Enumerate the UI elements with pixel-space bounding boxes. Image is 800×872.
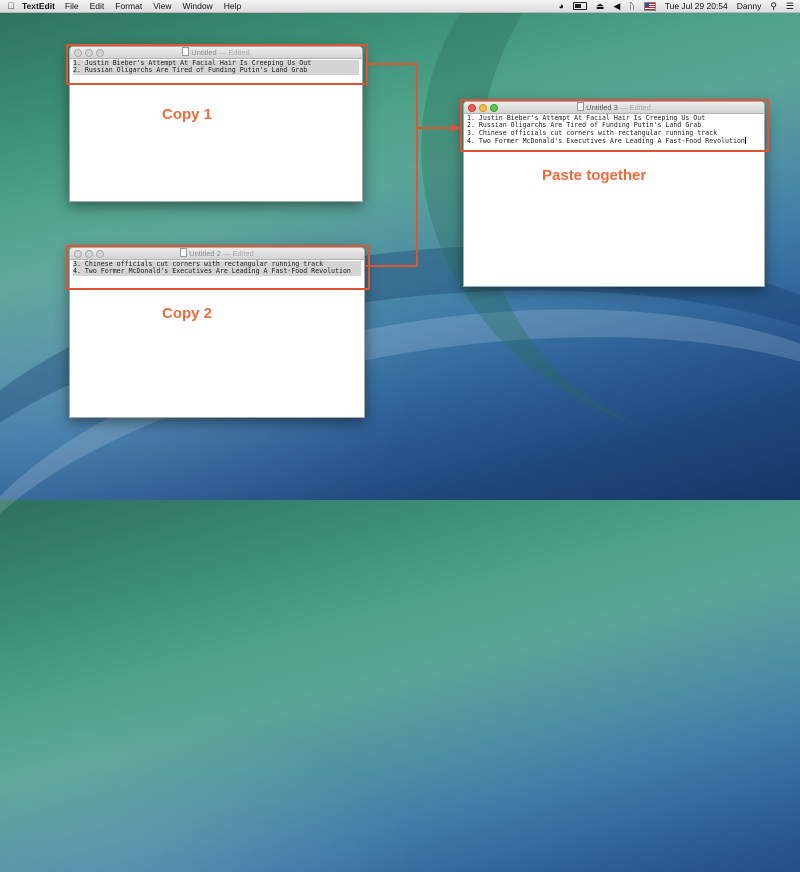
arrow-head-icon [452, 124, 460, 132]
app-menu-textedit[interactable]: TextEdit [22, 1, 55, 11]
menu-edit[interactable]: Edit [90, 1, 105, 11]
notification-center-icon[interactable]: ☰ [786, 0, 794, 12]
wifi-icon[interactable]: ◕ [558, 0, 563, 12]
input-source-flag-icon[interactable] [643, 1, 656, 11]
bluetooth-icon[interactable]: ᚢ [629, 0, 634, 12]
menu-help[interactable]: Help [224, 1, 241, 11]
spotlight-search-icon[interactable]: ⚲ [770, 0, 777, 12]
annotation-box-copy2 [66, 245, 370, 290]
user-menu[interactable]: Danny [737, 1, 762, 11]
annotation-box-copy1 [66, 44, 368, 85]
connector-line [416, 127, 452, 129]
menu-window[interactable]: Window [182, 1, 212, 11]
connector-line [416, 63, 418, 267]
volume-icon[interactable]: ◀ [613, 0, 620, 12]
clock[interactable]: Tue Jul 29 20:54 [665, 1, 728, 11]
connector-line [366, 63, 418, 65]
connector-line [366, 265, 418, 267]
eject-icon[interactable]: ⏏ [596, 0, 605, 12]
menu-view[interactable]: View [153, 1, 171, 11]
apple-menu-icon[interactable]:  [0, 0, 22, 12]
menu-bar:  TextEdit File Edit Format View Window … [0, 0, 800, 13]
menu-format[interactable]: Format [115, 1, 142, 11]
menu-file[interactable]: File [65, 1, 79, 11]
annotation-box-paste [460, 99, 769, 152]
label-copy2: Copy 2 [162, 305, 213, 322]
label-paste-together: Paste together [542, 167, 647, 184]
battery-icon[interactable] [572, 2, 587, 10]
label-copy1: Copy 1 [162, 106, 213, 123]
